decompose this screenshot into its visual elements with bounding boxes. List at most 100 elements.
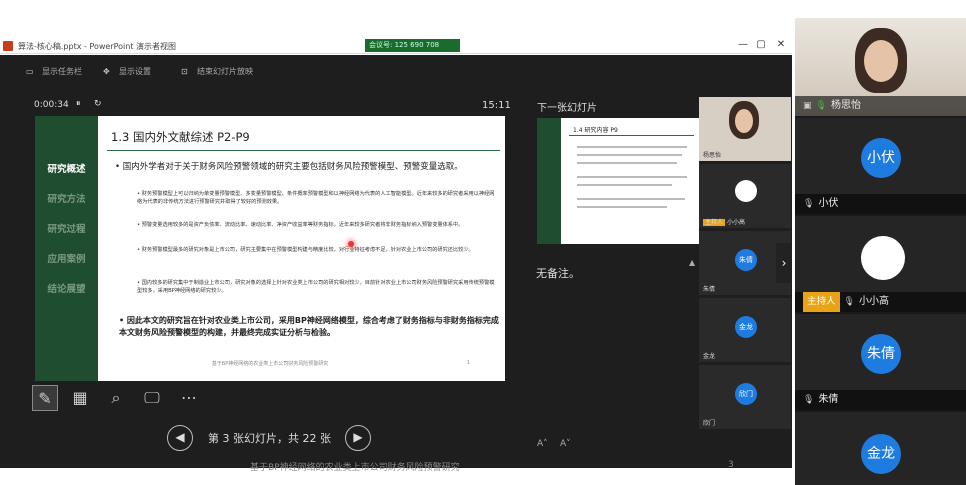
sub-bullet: • 预警变量选用较多的是资产负债率、流动比率、速动比率、净资产收益率等财务指标，… — [137, 222, 464, 228]
mini-participant-tile[interactable]: 欣门 欣门 — [699, 365, 791, 429]
sub-bullet-text: 财务预警模型上可以归纳为单变量预警模型、多变量预警模型、条件概率预警模型和以神经… — [137, 191, 495, 205]
participant-tile[interactable]: 朱倩 🎙 朱倩 — [795, 314, 966, 410]
mini-participant-tile[interactable]: 金龙 金龙 — [699, 298, 791, 362]
thumb-divider — [569, 135, 694, 136]
slide-title: 1.3 国内外文献综述 P2-P9 — [111, 130, 250, 144]
mic-muted-icon: 🎙 — [843, 297, 855, 307]
thumb-text-line — [577, 206, 667, 208]
slide-nav-item: 研究方法 — [47, 194, 86, 205]
underlying-slide-number: 3 — [728, 460, 734, 470]
close-button[interactable]: ✕ — [772, 39, 790, 50]
participant-tile[interactable]: 小伏 🎙 小伏 — [795, 118, 966, 214]
sub-bullet: • 财务预警模型最多的研究对象是上市公司，研究主要集中在预警模型构建与精度比较，… — [137, 247, 474, 253]
video-face — [864, 40, 898, 82]
participant-tile[interactable]: 主持人 🎙 小小高 — [795, 216, 966, 312]
display-icon: ✥ — [103, 67, 110, 76]
elapsed-timer: 0:00:34 — [34, 100, 69, 110]
screen-share-icon: ▣ — [803, 101, 812, 111]
sub-bullet-text: 财务预警模型最多的研究对象是上市公司，研究主要集中在预警模型构建与精度比较，对行… — [141, 247, 474, 253]
conclusion-text: 因此本文的研究旨在针对农业类上市公司，采用BP神经网络模型，综合考虑了财务指标与… — [119, 316, 499, 337]
thumb-text-line — [577, 184, 672, 186]
sub-bullet: • 国内较多的研究集中于制造业上市公司，研究对象的选择上针对农业类上市公司的研究… — [137, 280, 495, 294]
intro-bullet: • 国内外学者对于关于财务风险预警领域的研究主要包括财务风险预警模型、预警变量选… — [115, 162, 463, 172]
next-slide-button[interactable]: ▶ — [345, 425, 371, 451]
host-badge: 主持人 — [703, 219, 726, 226]
previous-slide-button[interactable]: ◀ — [167, 425, 193, 451]
speaker-notes[interactable]: 无备注。 — [536, 265, 580, 281]
slide-page-number: 1 — [467, 360, 471, 366]
participant-name: 小小高 — [858, 296, 889, 307]
slide-footer: 基于BP神经网络的农业类上市公司财务风险预警研究 — [211, 361, 329, 367]
avatar: 小伏 — [861, 138, 901, 178]
end-show-icon: ⊡ — [181, 67, 188, 76]
sub-bullet: • 财务预警模型上可以归纳为单变量预警模型、多变量预警模型、条件概率预警模型和以… — [137, 191, 495, 205]
bear-avatar — [735, 180, 757, 202]
participant-name: 杨思怡 — [830, 100, 861, 111]
participant-panel: ▣ 🎙 杨思怡 小伏 🎙 小伏 主持人 🎙 小小高 朱倩 🎙 朱倩 金龙 — [795, 18, 966, 485]
participant-tile[interactable]: ▣ 🎙 杨思怡 — [795, 18, 966, 116]
show-taskbar-label: 显示任务栏 — [42, 67, 82, 76]
powerpoint-icon — [3, 41, 13, 51]
slide-nav-item: 研究过程 — [47, 224, 86, 235]
participant-name-bar: 🎙 小伏 — [795, 194, 966, 214]
participant-name-bar: 主持人 🎙 小小高 — [795, 292, 966, 312]
taskbar-icon: ▭ — [26, 67, 34, 76]
participant-tile[interactable]: 金龙 — [795, 412, 966, 485]
increase-font-icon[interactable]: A˄ — [537, 439, 548, 449]
expand-arrow-icon[interactable]: › — [776, 243, 792, 283]
mini-name-text: 小小高 — [726, 219, 745, 226]
slide-nav-item: 应用案例 — [47, 254, 86, 265]
thumb-text-line — [577, 198, 685, 200]
laser-pointer — [348, 241, 354, 247]
show-taskbar-button[interactable]: ▭ 显示任务栏 — [26, 66, 82, 77]
meeting-badge[interactable]: 会议号: 125 690 708 — [365, 39, 460, 52]
slide-nav-sidebar: 研究概述 研究方法 研究过程 应用案例 结论展望 — [35, 116, 98, 381]
end-show-label: 结束幻灯片放映 — [197, 67, 253, 76]
maximize-button[interactable]: ▢ — [752, 39, 770, 50]
mic-muted-icon: 🎙 — [803, 395, 815, 405]
next-slide-label: 下一张幻灯片 — [537, 103, 597, 114]
pen-tool-icon[interactable]: ✎ — [32, 385, 58, 411]
mini-participant-name: 欣门 — [703, 420, 716, 427]
reset-icon[interactable]: ↻ — [94, 99, 102, 109]
intro-text: 国内外学者对于关于财务风险预警领域的研究主要包括财务风险预警模型、预警变量选取。 — [122, 162, 463, 172]
thumb-sidebar — [537, 118, 561, 244]
avatar: 金龙 — [735, 316, 757, 338]
thumb-text-line — [577, 176, 687, 178]
video-face — [735, 109, 753, 133]
mini-participant-tile[interactable]: 杨思怡 — [699, 97, 791, 161]
notes-scroll-icon[interactable]: ▲ — [689, 258, 695, 267]
underlying-slide-footer: 基于BP神经网络的农业类上市公司财务风险预警研究 — [250, 463, 460, 473]
mini-participant-tile[interactable]: 主持人 小小高 — [699, 164, 791, 228]
more-options-icon[interactable]: ⋯ — [176, 385, 202, 411]
thumb-text-line — [577, 146, 687, 148]
minimize-button[interactable]: — — [734, 39, 752, 50]
sub-bullet-text: 国内较多的研究集中于制造业上市公司，研究对象的选择上针对农业类上市公司的研究相对… — [137, 280, 495, 294]
avatar: 金龙 — [861, 434, 901, 474]
display-settings-button[interactable]: ✥ 显示设置 — [103, 66, 151, 77]
slide-nav-item: 结论展望 — [47, 284, 86, 295]
clock: 15:11 — [482, 100, 511, 111]
current-slide[interactable]: 研究概述 研究方法 研究过程 应用案例 结论展望 1.3 国内外文献综述 P2-… — [35, 116, 505, 381]
host-badge: 主持人 — [803, 292, 840, 312]
slide-nav-item: 研究概述 — [47, 164, 86, 175]
participant-name: 朱倩 — [818, 394, 839, 405]
sub-bullet-text: 预警变量选用较多的是资产负债率、流动比率、速动比率、净资产收益率等财务指标，近年… — [141, 222, 464, 228]
participant-name: 小伏 — [818, 198, 839, 209]
thumb-text-line — [577, 162, 677, 164]
zoom-icon[interactable]: ⌕ — [103, 385, 129, 411]
avatar: 欣门 — [735, 383, 757, 405]
mini-participant-name: 朱倩 — [703, 286, 716, 293]
decrease-font-icon[interactable]: A˅ — [560, 439, 571, 449]
end-show-button[interactable]: ⊡ 结束幻灯片放映 — [181, 66, 253, 77]
next-slide-thumbnail[interactable]: 1.4 研究内容 P9 — [537, 118, 699, 244]
pause-icon[interactable]: ⏸ — [76, 99, 81, 109]
display-settings-label: 显示设置 — [119, 67, 151, 76]
bear-avatar — [861, 236, 905, 280]
see-all-slides-icon[interactable]: ▦ — [67, 385, 93, 411]
conclusion-bullet: • 因此本文的研究旨在针对农业类上市公司，采用BP神经网络模型，综合考虑了财务指… — [119, 316, 499, 337]
avatar: 朱倩 — [861, 334, 901, 374]
slide-counter[interactable]: 第 3 张幻灯片，共 22 张 — [208, 430, 331, 446]
screen-icon[interactable]: 🖵 — [139, 385, 165, 411]
next-slide-title: 1.4 研究内容 P9 — [573, 127, 618, 134]
